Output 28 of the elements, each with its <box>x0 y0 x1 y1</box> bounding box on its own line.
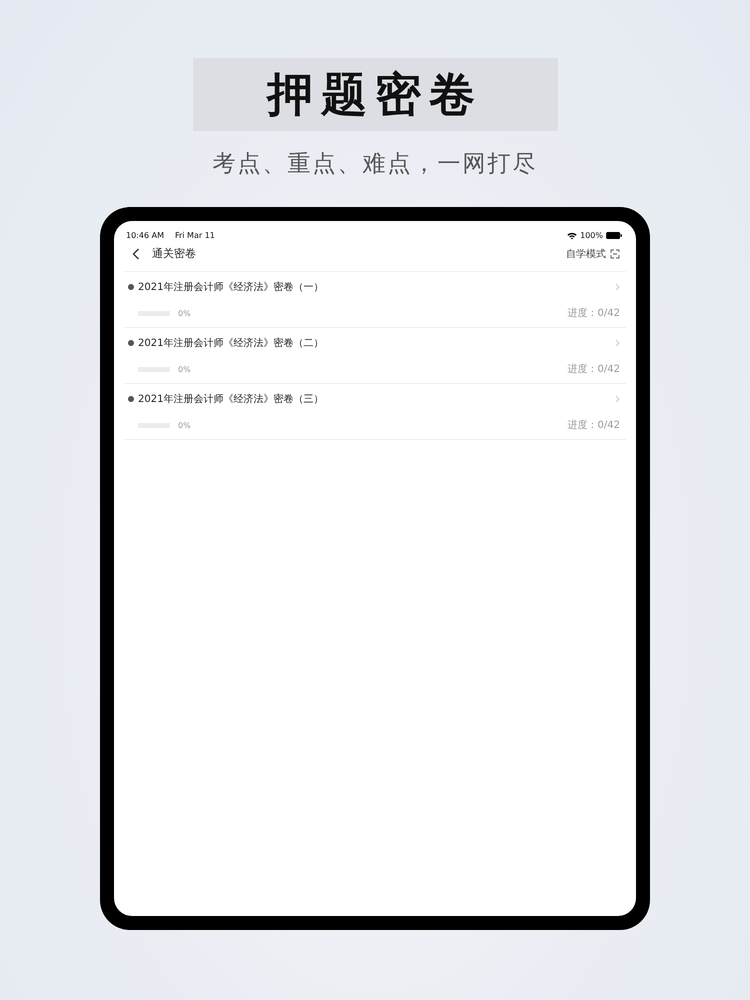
chevron-icon <box>615 395 620 403</box>
battery-percent: 100% <box>580 231 603 240</box>
progress-count: 进度：0/42 <box>568 418 620 432</box>
back-icon[interactable] <box>132 248 140 260</box>
paper-card[interactable]: 2021年注册会计师《经济法》密卷（一） 0% 进度：0/42 <box>124 272 626 328</box>
progress-percent: 0% <box>178 308 191 318</box>
chevron-icon <box>615 283 620 291</box>
paper-card[interactable]: 2021年注册会计师《经济法》密卷（三） 0% 进度：0/42 <box>124 384 626 440</box>
status-date: Fri Mar 11 <box>174 231 215 240</box>
paper-title: 2021年注册会计师《经济法》密卷（一） <box>138 280 324 294</box>
progress-count: 进度：0/42 <box>568 362 620 376</box>
mode-link[interactable]: 自学模式 <box>566 246 606 260</box>
bullet-icon <box>128 340 134 346</box>
progress-percent: 0% <box>178 420 191 430</box>
paper-card[interactable]: 2021年注册会计师《经济法》密卷（二） 0% 进度：0/42 <box>124 328 626 384</box>
bullet-icon <box>128 396 134 402</box>
paper-title: 2021年注册会计师《经济法》密卷（三） <box>138 392 324 406</box>
wifi-icon <box>567 232 578 240</box>
subtitle: 考点、重点、难点，一网打尽 <box>212 150 538 179</box>
headline: 押题密卷 <box>267 66 483 122</box>
progress-count: 进度：0/42 <box>568 306 620 320</box>
page-title: 通关密卷 <box>152 246 196 261</box>
battery-icon <box>606 232 622 239</box>
progress-percent: 0% <box>178 364 191 374</box>
status-time: 10:46 AM <box>126 231 164 240</box>
paper-title: 2021年注册会计师《经济法》密卷（二） <box>138 336 324 350</box>
bullet-icon <box>128 284 134 290</box>
chevron-icon <box>615 339 620 347</box>
